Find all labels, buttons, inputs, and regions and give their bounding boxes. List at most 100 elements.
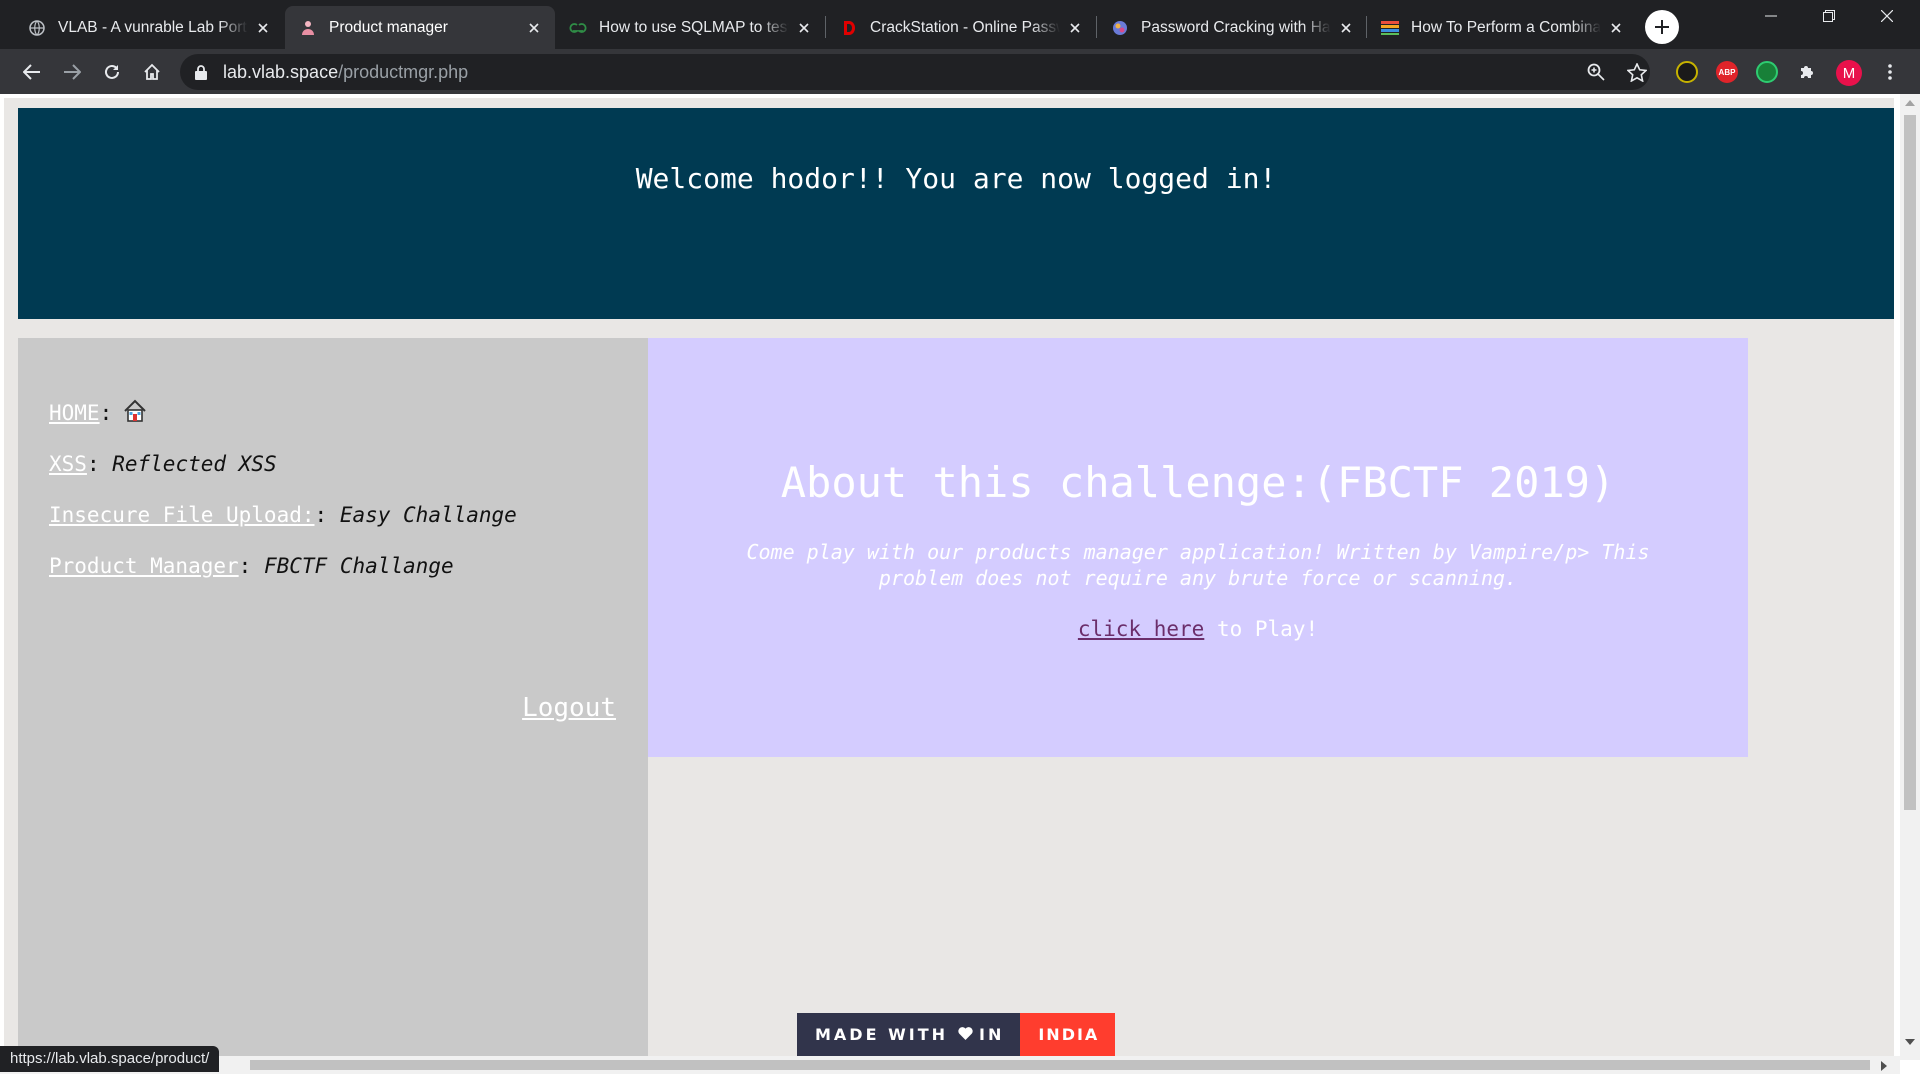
back-button[interactable] (15, 55, 49, 89)
heart-icon (958, 1025, 973, 1044)
challenge-panel: About this challenge:(FBCTF 2019) Come p… (648, 338, 1748, 757)
nav-list: HOME: XSS: Reflected XSS Insecure File U… (49, 397, 517, 601)
nav-item-product-manager: Product Manager: FBCTF Challange (49, 550, 517, 601)
status-bar-url: https://lab.vlab.space/product/ (0, 1046, 220, 1072)
nav-item-description: FBCTF Challange (251, 554, 454, 578)
restore-icon (1823, 10, 1835, 22)
tab-sqlmap[interactable]: How to use SQLMAP to test a (555, 6, 825, 49)
badge-india: INDIA (1020, 1013, 1116, 1056)
home-button[interactable] (135, 55, 169, 89)
url-path: /productmgr.php (338, 61, 469, 82)
lock-icon (195, 64, 211, 80)
site-icon (1381, 19, 1399, 37)
reload-button[interactable] (95, 55, 129, 89)
scroll-up-icon[interactable] (1905, 99, 1915, 107)
more-vert-icon (1888, 64, 1892, 80)
globe-icon (28, 19, 46, 37)
zoom-icon (1587, 63, 1605, 81)
close-tab-icon[interactable] (795, 19, 813, 37)
tab-strip: VLAB - A vunrable Lab Portal Product man… (0, 0, 1920, 49)
close-tab-icon[interactable] (525, 19, 543, 37)
nav-item-home: HOME: (49, 397, 517, 448)
product-manager-link[interactable]: Product Manager (49, 554, 239, 578)
page-body: Welcome hodor!! You are now logged in! H… (4, 98, 1894, 1060)
play-line: click here to Play! (648, 617, 1748, 641)
minimize-button[interactable] (1742, 0, 1800, 32)
adblock-plus-icon[interactable]: ABP (1716, 61, 1738, 83)
badge-right-text: INDIA (1038, 1025, 1100, 1044)
play-suffix: to Play! (1204, 617, 1319, 641)
browser-toolbar: lab.vlab.space/productmgr.php ABP M (0, 49, 1920, 94)
scroll-down-icon[interactable] (1905, 1038, 1915, 1046)
logout-link[interactable]: Logout (522, 693, 616, 723)
close-tab-icon[interactable] (1607, 19, 1625, 37)
badge-made-with: MADE WITH IN (797, 1013, 1021, 1056)
menu-button[interactable] (1873, 55, 1907, 89)
home-icon (144, 63, 160, 80)
person-icon (299, 19, 317, 37)
arrow-left-icon (23, 64, 40, 80)
xss-link[interactable]: XSS (49, 452, 87, 476)
extension-moon-icon[interactable] (1676, 61, 1698, 83)
file-upload-link[interactable]: Insecure File Upload: (49, 503, 315, 527)
tab-title: VLAB - A vunrable Lab Portal (58, 18, 248, 36)
challenge-description: Come play with our products manager appl… (746, 540, 1650, 590)
challenge-title: About this challenge:(FBCTF 2019) (780, 458, 1616, 507)
vertical-scrollbar[interactable] (1900, 94, 1920, 1060)
sidebar: HOME: XSS: Reflected XSS Insecure File U… (18, 338, 648, 1060)
nav-item-xss: XSS: Reflected XSS (49, 448, 517, 499)
vertical-scroll-thumb[interactable] (1904, 115, 1916, 810)
geeksforgeeks-icon (569, 19, 587, 37)
bookmark-button[interactable] (1620, 55, 1654, 89)
tab-title: Password Cracking with Hashc (1141, 18, 1331, 36)
puzzle-icon (1801, 66, 1813, 78)
new-tab-button[interactable] (1645, 10, 1679, 44)
nav-separator: : (86, 452, 100, 476)
house-icon (122, 398, 148, 433)
tab-hashcat[interactable]: Password Cracking with Hashc (1097, 6, 1367, 49)
close-tab-icon[interactable] (1066, 19, 1084, 37)
crackstation-icon (840, 19, 858, 37)
page-viewport: Welcome hodor!! You are now logged in! H… (0, 94, 1920, 1080)
badge-left-text: MADE WITH (815, 1025, 948, 1044)
close-tab-icon[interactable] (254, 19, 272, 37)
tab-combinator[interactable]: How To Perform a Combinator (1367, 6, 1637, 49)
made-in-india-badge: MADE WITH IN INDIA (797, 1013, 1116, 1056)
nav-item-description: Easy Challange (327, 503, 517, 527)
close-window-button[interactable] (1858, 0, 1916, 32)
tab-title: CrackStation - Online Password (870, 18, 1060, 36)
close-tab-icon[interactable] (1337, 19, 1355, 37)
tab-title: Product manager (329, 18, 448, 36)
extensions-button[interactable] (1790, 55, 1824, 89)
url-host: lab.vlab.space (223, 61, 339, 82)
badge-mid-text: IN (979, 1025, 1005, 1044)
site-icon (1111, 19, 1129, 37)
plus-icon (1655, 20, 1669, 34)
close-icon (1881, 10, 1893, 22)
scroll-right-icon[interactable] (1880, 1061, 1888, 1071)
nav-separator: : (99, 401, 113, 425)
nav-item-file-upload: Insecure File Upload:: Easy Challange (49, 499, 517, 550)
extension-green-icon[interactable] (1756, 61, 1778, 83)
home-link[interactable]: HOME (49, 401, 100, 425)
tab-title: How to use SQLMAP to test a (599, 18, 789, 36)
play-link[interactable]: click here (1078, 617, 1204, 641)
reload-icon (105, 64, 119, 79)
tab-product-manager[interactable]: Product manager (285, 6, 555, 49)
horizontal-scrollbar[interactable] (0, 1056, 1900, 1074)
forward-button[interactable] (55, 55, 89, 89)
welcome-banner: Welcome hodor!! You are now logged in! (18, 108, 1894, 319)
tab-vlab-portal[interactable]: VLAB - A vunrable Lab Portal (14, 6, 284, 49)
nav-separator: : (314, 503, 328, 527)
nav-separator: : (238, 554, 252, 578)
horizontal-scroll-thumb[interactable] (250, 1060, 1870, 1070)
profile-avatar[interactable]: M (1836, 60, 1862, 86)
zoom-button[interactable] (1579, 55, 1613, 89)
nav-item-description: Reflected XSS (99, 452, 277, 476)
address-bar[interactable]: lab.vlab.space/productmgr.php (180, 54, 1650, 90)
welcome-message: Welcome hodor!! You are now logged in! (635, 162, 1277, 195)
tab-crackstation[interactable]: CrackStation - Online Password (826, 6, 1096, 49)
restore-button[interactable] (1800, 0, 1858, 32)
arrow-right-icon (64, 64, 81, 80)
star-icon (1627, 62, 1647, 82)
